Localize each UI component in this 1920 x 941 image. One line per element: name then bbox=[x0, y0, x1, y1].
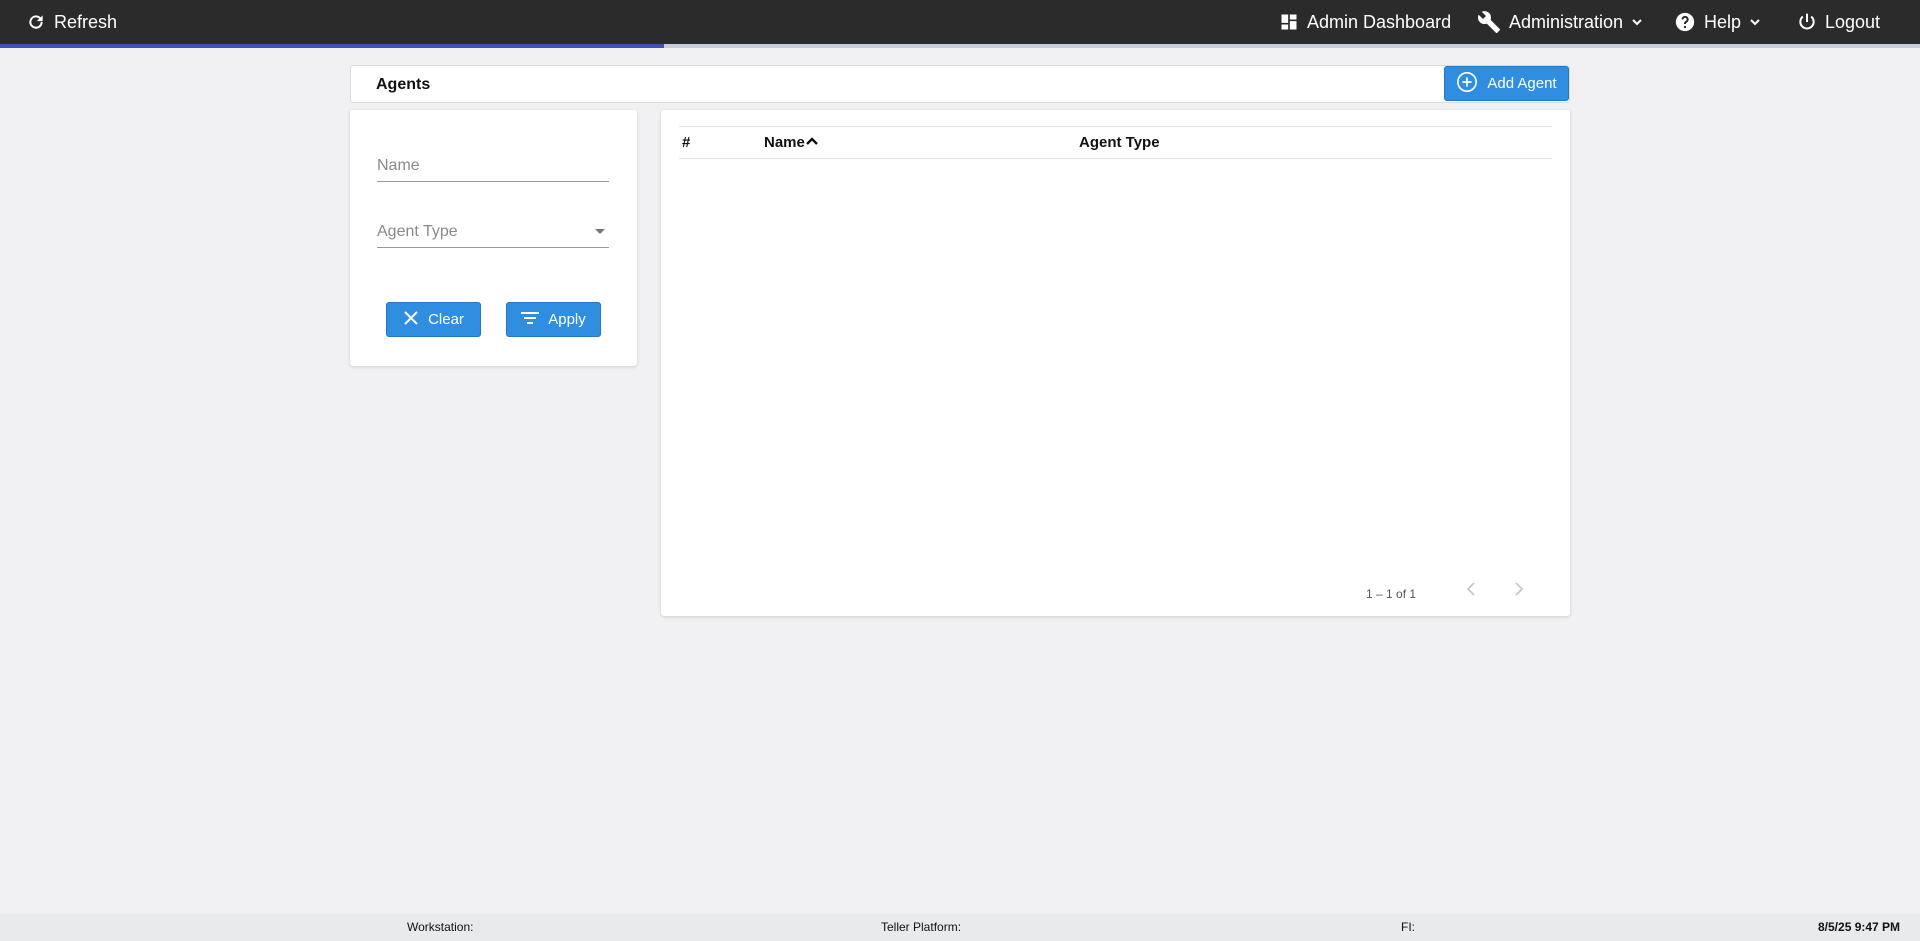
logout-button[interactable]: Logout bbox=[1797, 0, 1880, 44]
name-filter-input[interactable]: Name bbox=[377, 152, 609, 182]
filter-panel: Name Agent Type Clear Apply bbox=[350, 110, 637, 366]
refresh-icon bbox=[26, 12, 46, 32]
help-label: Help bbox=[1704, 11, 1742, 32]
administration-menu[interactable]: Administration bbox=[1477, 0, 1643, 44]
plus-circle-icon bbox=[1456, 71, 1478, 97]
wrench-icon bbox=[1477, 10, 1501, 34]
pagination-range: 1 – 1 of 1 bbox=[1366, 587, 1417, 601]
loading-progress-bar bbox=[0, 44, 1920, 48]
clear-button[interactable]: Clear bbox=[386, 302, 481, 337]
chevron-right-icon bbox=[1514, 581, 1524, 602]
fi-label: FI: bbox=[1401, 920, 1415, 934]
refresh-label: Refresh bbox=[54, 11, 118, 32]
close-icon bbox=[403, 310, 419, 330]
column-header-number: # bbox=[682, 134, 691, 151]
page-title: Agents bbox=[376, 76, 431, 93]
logout-label: Logout bbox=[1825, 11, 1881, 32]
help-circle-icon bbox=[1674, 11, 1696, 33]
administration-label: Administration bbox=[1509, 11, 1624, 32]
page-header: Agents bbox=[350, 65, 1570, 103]
column-header-agent-type: Agent Type bbox=[1079, 134, 1160, 151]
footer-datetime: 8/5/25 9:47 PM bbox=[1818, 920, 1901, 934]
admin-dashboard-label: Admin Dashboard bbox=[1307, 11, 1452, 32]
chevron-down-icon bbox=[1749, 16, 1761, 28]
refresh-button[interactable]: Refresh bbox=[26, 0, 117, 44]
column-header-name[interactable]: Name bbox=[764, 127, 819, 158]
add-agent-button[interactable]: Add Agent bbox=[1444, 66, 1569, 101]
clear-label: Clear bbox=[428, 311, 464, 328]
add-agent-label: Add Agent bbox=[1487, 75, 1557, 92]
power-icon bbox=[1797, 12, 1817, 32]
name-filter-placeholder: Name bbox=[377, 157, 420, 174]
help-menu[interactable]: Help bbox=[1674, 0, 1761, 44]
teller-platform-label: Teller Platform: bbox=[881, 920, 962, 934]
agent-type-select[interactable]: Agent Type bbox=[377, 218, 609, 248]
loading-progress-fill bbox=[0, 44, 665, 48]
chevron-left-icon bbox=[1466, 581, 1476, 602]
workstation-label: Workstation: bbox=[407, 920, 474, 934]
apply-button[interactable]: Apply bbox=[506, 302, 601, 337]
status-footer: Workstation: Teller Platform: FI: 8/5/25… bbox=[0, 914, 1920, 941]
sort-ascending-icon bbox=[805, 127, 819, 158]
dropdown-arrow-icon bbox=[595, 229, 605, 234]
apply-label: Apply bbox=[548, 311, 586, 328]
admin-dashboard-link[interactable]: Admin Dashboard bbox=[1279, 0, 1451, 44]
top-navigation-bar: Refresh Admin Dashboard Administration H… bbox=[0, 0, 1920, 44]
filter-icon bbox=[521, 311, 540, 329]
previous-page-button[interactable] bbox=[1456, 576, 1486, 606]
column-header-name-label: Name bbox=[764, 134, 805, 151]
agents-table-panel: # Name Agent Type 1 – 1 of 1 bbox=[661, 110, 1570, 616]
table-header-row: # Name Agent Type bbox=[679, 126, 1552, 159]
next-page-button[interactable] bbox=[1504, 576, 1534, 606]
dashboard-icon bbox=[1279, 12, 1299, 32]
chevron-down-icon bbox=[1631, 16, 1643, 28]
agent-type-placeholder: Agent Type bbox=[377, 223, 458, 240]
